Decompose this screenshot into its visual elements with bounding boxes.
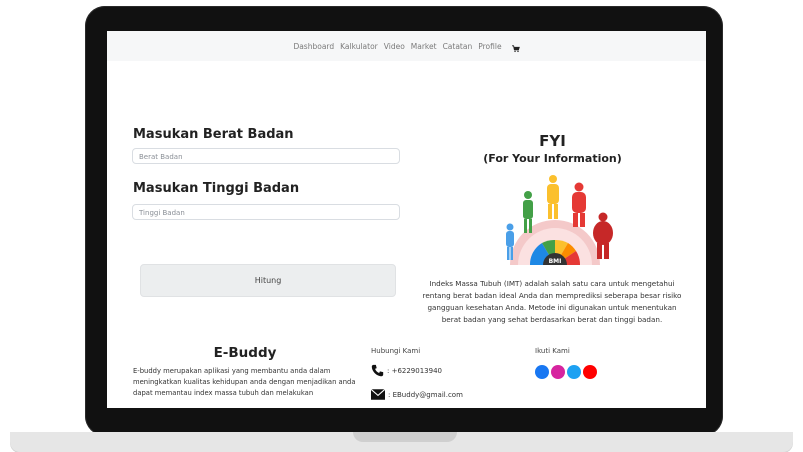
- nav-dashboard[interactable]: Dashboard: [293, 42, 334, 51]
- youtube-icon[interactable]: [583, 365, 597, 379]
- figure-obese: [572, 182, 586, 227]
- phone-icon: [371, 364, 384, 377]
- height-heading: Masukan Tinggi Badan: [133, 181, 300, 196]
- contact-email: : EBuddy@gmail.com: [371, 389, 463, 400]
- nav-profile[interactable]: Profile: [478, 42, 501, 51]
- fyi-subtitle: (For Your Information): [483, 152, 622, 165]
- bmi-label: BMI: [549, 258, 562, 265]
- weight-heading: Masukan Berat Badan: [133, 127, 294, 142]
- twitter-icon[interactable]: [567, 365, 581, 379]
- fyi-title: FYI: [539, 132, 566, 150]
- app-screen: Dashboard Kalkulator Video Market Catata…: [107, 31, 706, 408]
- fyi-description: Indeks Massa Tubuh (IMT) adalah salah sa…: [422, 279, 682, 324]
- figure-underweight: [506, 223, 514, 260]
- email-text: : EBuddy@gmail.com: [388, 390, 463, 399]
- facebook-icon[interactable]: [535, 365, 549, 379]
- nav-video[interactable]: Video: [384, 42, 405, 51]
- social-links: [535, 365, 597, 379]
- height-input[interactable]: Tinggi Badan: [132, 204, 400, 220]
- email-icon: [371, 389, 385, 400]
- hitung-button[interactable]: Hitung: [140, 264, 396, 297]
- weight-input[interactable]: Berat Badan: [132, 148, 400, 164]
- social-title: Ikuti Kami: [535, 347, 570, 355]
- cart-icon[interactable]: [511, 44, 520, 53]
- nav-market[interactable]: Market: [411, 42, 437, 51]
- laptop-notch: [353, 432, 457, 442]
- bmi-illustration: BMI: [506, 175, 613, 265]
- ebuddy-title: E-Buddy: [213, 345, 277, 361]
- figure-overweight: [547, 175, 559, 219]
- ebuddy-description: E-buddy merupakan aplikasi yang membantu…: [133, 367, 356, 397]
- nav-catatan[interactable]: Catatan: [443, 42, 473, 51]
- phone-text: : +6229013940: [387, 366, 442, 375]
- instagram-icon[interactable]: [551, 365, 565, 379]
- top-navbar: Dashboard Kalkulator Video Market Catata…: [107, 31, 706, 61]
- nav-kalkulator[interactable]: Kalkulator: [340, 42, 378, 51]
- contact-title: Hubungi Kami: [371, 347, 421, 355]
- contact-phone: : +6229013940: [371, 364, 442, 377]
- figure-normal: [523, 191, 533, 233]
